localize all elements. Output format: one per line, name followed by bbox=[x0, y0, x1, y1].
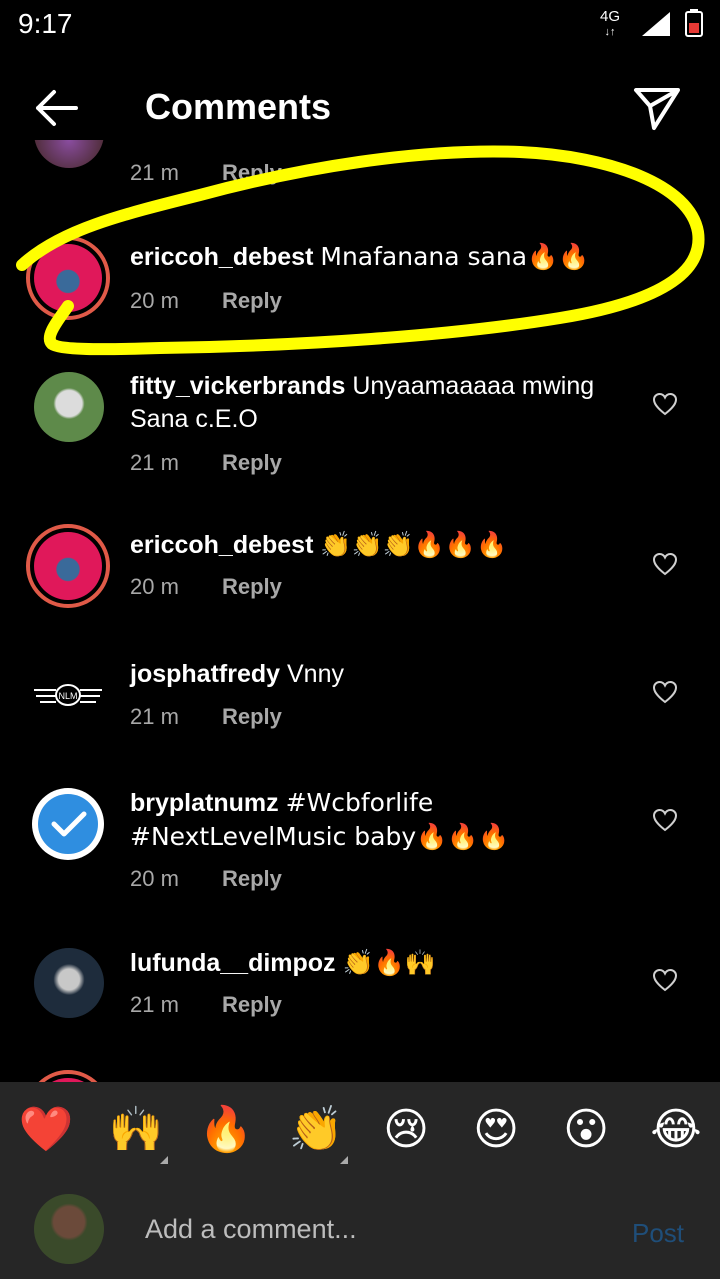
comment-meta: 20 m Reply bbox=[130, 288, 282, 313]
status-time: 9:17 bbox=[18, 8, 73, 39]
reaction-heart[interactable]: ❤️ bbox=[16, 1100, 76, 1160]
comment-meta: 20 m Reply bbox=[130, 574, 282, 599]
reply-button[interactable]: Reply bbox=[222, 450, 282, 475]
avatar[interactable] bbox=[34, 140, 104, 168]
comment-input[interactable]: Add a comment... bbox=[145, 1214, 357, 1245]
reaction-fire[interactable]: 🔥 bbox=[196, 1100, 256, 1160]
user-avatar bbox=[34, 1194, 104, 1264]
comments-header: Comments bbox=[0, 68, 720, 148]
verified-check-icon bbox=[38, 794, 98, 854]
signal-icon bbox=[642, 12, 670, 36]
like-heart-icon[interactable] bbox=[652, 392, 678, 416]
reply-button[interactable]: Reply bbox=[222, 992, 282, 1017]
reply-button[interactable]: Reply bbox=[222, 574, 282, 599]
comment-text: fitty_vickerbrands Unyaamaaaaa mwing San… bbox=[130, 372, 595, 433]
like-heart-icon[interactable] bbox=[652, 680, 678, 704]
reply-button[interactable]: Reply bbox=[222, 704, 282, 729]
skin-tone-indicator-icon bbox=[340, 1156, 348, 1164]
skin-tone-indicator-icon bbox=[160, 1156, 168, 1164]
reaction-clap[interactable]: 👏 bbox=[286, 1100, 346, 1160]
status-bar: 9:17 4G ↓↑ bbox=[0, 0, 720, 50]
reaction-raised-hands[interactable]: 🙌 bbox=[106, 1100, 166, 1160]
reply-button[interactable]: Reply bbox=[222, 160, 282, 185]
comment-text: ericcoh_debest Mnafanana sana🔥🔥 bbox=[130, 242, 590, 271]
like-heart-icon[interactable] bbox=[652, 552, 678, 576]
comment-meta: 21 m Reply bbox=[130, 992, 282, 1017]
comment-meta: 21 m Reply bbox=[130, 160, 282, 185]
reaction-surprised[interactable]: 😮 bbox=[556, 1100, 616, 1160]
quick-reactions-bar: ❤️ 🙌 🔥 👏 😢 😍 😮 😂 bbox=[0, 1082, 720, 1182]
page-title: Comments bbox=[145, 86, 332, 127]
like-heart-icon[interactable] bbox=[652, 808, 678, 832]
comment-composer: Add a comment... Post bbox=[0, 1182, 720, 1279]
network-indicator: 4G ↓↑ bbox=[600, 8, 621, 38]
comments-list[interactable]: 21 m Reply ericcoh_debest Mnafanana sana🔥… bbox=[0, 140, 720, 1082]
username[interactable]: lufunda__dimpoz bbox=[130, 949, 336, 977]
reply-button[interactable]: Reply bbox=[222, 288, 282, 313]
svg-text:NLM: NLM bbox=[58, 691, 77, 701]
avatar[interactable]: NLM bbox=[32, 676, 104, 716]
back-arrow-icon[interactable] bbox=[30, 86, 80, 130]
comment-meta: 21 m Reply bbox=[130, 704, 282, 729]
reaction-crying[interactable]: 😢 bbox=[376, 1100, 436, 1160]
comment-meta: 21 m Reply bbox=[130, 450, 282, 475]
avatar[interactable] bbox=[32, 788, 104, 860]
avatar[interactable] bbox=[34, 948, 104, 1018]
comment-text: bryplatnumz #Wcbforlife #NextLevelMusic … bbox=[130, 788, 510, 851]
avatar[interactable] bbox=[34, 372, 104, 442]
avatar[interactable] bbox=[26, 236, 110, 320]
comment-text: lufunda__dimpoz 👏🔥🙌 bbox=[130, 948, 436, 977]
reaction-laughing[interactable]: 😂 bbox=[646, 1100, 706, 1160]
username[interactable]: bryplatnumz bbox=[130, 789, 279, 817]
avatar[interactable] bbox=[26, 1070, 110, 1082]
reaction-heart-eyes[interactable]: 😍 bbox=[466, 1100, 526, 1160]
username[interactable]: fitty_vickerbrands bbox=[130, 372, 345, 400]
reply-button[interactable]: Reply bbox=[222, 866, 282, 891]
battery-icon bbox=[685, 9, 703, 37]
avatar[interactable] bbox=[26, 524, 110, 608]
comment-meta: 20 m Reply bbox=[130, 866, 282, 891]
comment-text: josphatfredy Vnny bbox=[130, 660, 344, 688]
username[interactable]: ericcoh_debest bbox=[130, 243, 313, 271]
username[interactable]: ericcoh_debest bbox=[130, 531, 313, 559]
send-icon[interactable] bbox=[632, 84, 682, 132]
comment-text: ericcoh_debest 👏👏👏🔥🔥🔥 bbox=[130, 530, 508, 559]
post-button[interactable]: Post bbox=[632, 1218, 684, 1249]
next-level-music-logo: NLM bbox=[34, 684, 102, 706]
like-heart-icon[interactable] bbox=[652, 968, 678, 992]
username[interactable]: josphatfredy bbox=[130, 660, 280, 688]
